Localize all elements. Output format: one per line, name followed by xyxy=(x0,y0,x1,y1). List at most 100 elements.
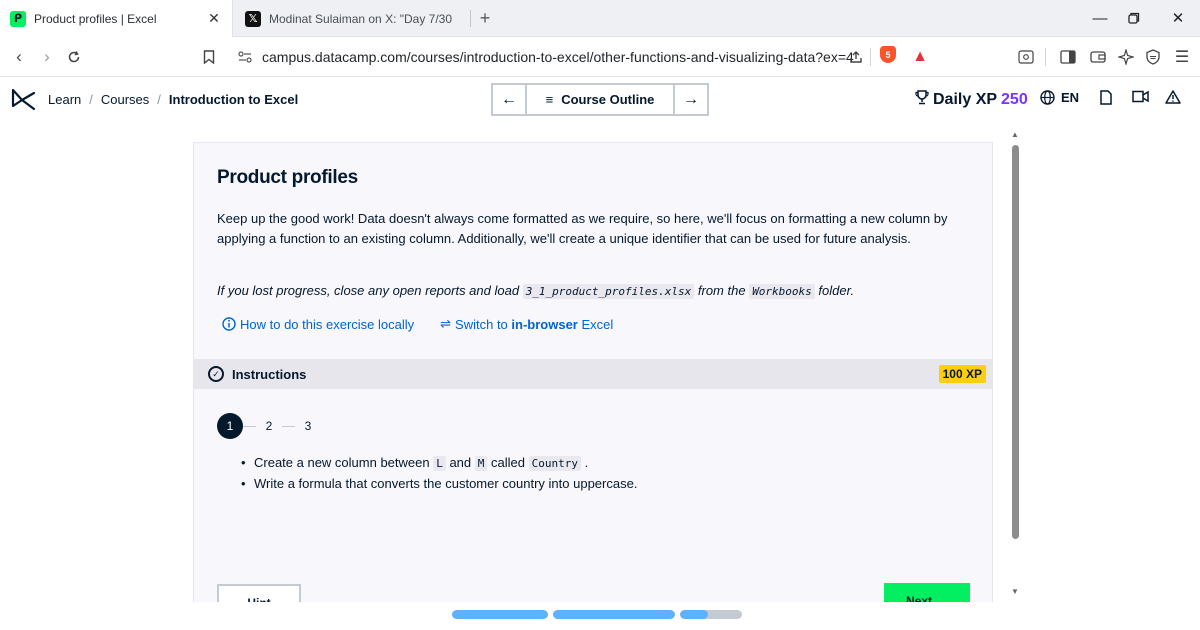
reload-icon[interactable] xyxy=(63,46,85,68)
bookmark-icon[interactable] xyxy=(198,46,220,68)
arrow-left-icon: ← xyxy=(501,90,517,108)
step-tracker: 1 2 3 xyxy=(217,413,321,439)
column-l: L xyxy=(433,456,446,471)
breadcrumb-course-title[interactable]: Introduction to Excel xyxy=(169,92,298,107)
switch-label: Excel xyxy=(577,316,614,332)
instruction-text: called xyxy=(487,455,529,470)
switch-in-browser-link[interactable]: ⇌ Switch to in-browser Excel xyxy=(440,316,613,332)
minimize-icon[interactable]: — xyxy=(1090,8,1110,28)
progress-segment xyxy=(553,610,675,619)
daily-xp-label: Daily XP xyxy=(933,91,998,108)
url-text: campus.datacamp.com/courses/introduction… xyxy=(262,49,854,65)
progress-fill xyxy=(553,610,675,619)
reader-mode-icon[interactable] xyxy=(1016,47,1036,67)
new-tab-button[interactable]: + xyxy=(474,7,496,29)
daily-xp[interactable]: Daily XP 250 xyxy=(915,90,1028,110)
exercise-xp-badge: 100 XP xyxy=(938,365,986,383)
instructions-label: Instructions xyxy=(232,366,307,382)
course-progress-bar xyxy=(452,610,742,619)
share-icon[interactable] xyxy=(846,47,866,67)
step-3[interactable]: 3 xyxy=(295,413,321,439)
trophy-icon xyxy=(915,90,929,110)
reset-instructions: If you lost progress, close any open rep… xyxy=(217,283,957,299)
leo-ai-icon[interactable] xyxy=(1116,47,1136,67)
instruction-text: . xyxy=(580,455,589,470)
vpn-shield-icon[interactable] xyxy=(1143,47,1163,67)
scrollbar-thumb[interactable] xyxy=(1012,145,1019,539)
browser-tab-strip: ᑭ Product profiles | Excel ✕ 𝕏 Modinat S… xyxy=(0,0,1200,37)
site-settings-icon[interactable] xyxy=(236,48,254,66)
globe-icon xyxy=(1040,90,1055,105)
hamburger-icon: ≡ xyxy=(545,92,554,107)
exercise-panel: Product profiles Keep up the good work! … xyxy=(193,142,993,602)
step-connector xyxy=(282,425,295,427)
tab-divider xyxy=(470,10,471,27)
datacamp-favicon-icon: ᑭ xyxy=(10,10,26,27)
menu-icon[interactable]: ☰ xyxy=(1172,47,1192,67)
restore-icon[interactable] xyxy=(1124,8,1144,28)
step-1[interactable]: 1 xyxy=(217,413,243,439)
tab-product-profiles[interactable]: ᑭ Product profiles | Excel ✕ xyxy=(0,0,233,37)
reset-text: If you lost progress, close any open rep… xyxy=(217,283,523,298)
back-icon[interactable]: ‹ xyxy=(8,46,30,68)
column-m: M xyxy=(474,456,488,471)
progress-fill xyxy=(452,610,548,619)
step-2[interactable]: 2 xyxy=(256,413,282,439)
hint-button[interactable]: Hint xyxy=(217,584,301,602)
course-navigation: ← ≡ Course Outline → xyxy=(491,83,709,116)
report-issue-icon[interactable] xyxy=(1165,90,1181,104)
workbook-filename: 3_1_product_profiles.xlsx xyxy=(522,284,695,299)
language-label: EN xyxy=(1061,90,1080,105)
forward-icon[interactable]: › xyxy=(36,46,58,68)
video-icon[interactable] xyxy=(1132,90,1149,103)
sidebar-icon[interactable] xyxy=(1058,47,1078,67)
previous-exercise-button[interactable]: ← xyxy=(491,83,527,116)
brave-rewards-icon[interactable]: ▲ xyxy=(910,47,930,67)
datacamp-header: Learn / Courses / Introduction to Excel … xyxy=(0,78,1200,122)
swap-icon: ⇌ xyxy=(440,316,452,331)
tab-modinat-x-post[interactable]: 𝕏 Modinat Sulaiman on X: "Day 7/30 O xyxy=(235,0,465,37)
tab-title: Modinat Sulaiman on X: "Day 7/30 O xyxy=(269,11,455,26)
breadcrumb-learn[interactable]: Learn xyxy=(48,92,81,107)
address-bar[interactable]: campus.datacamp.com/courses/introduction… xyxy=(232,43,942,71)
window-close-icon[interactable]: ✕ xyxy=(1168,8,1188,28)
datacamp-logo-icon[interactable] xyxy=(10,88,36,112)
course-outline-label: Course Outline xyxy=(561,92,655,107)
breadcrumb-courses[interactable]: Courses xyxy=(101,92,149,107)
tab-title: Product profiles | Excel xyxy=(34,11,157,26)
instruction-item: Write a formula that converts the custom… xyxy=(241,474,637,494)
instruction-text: and xyxy=(445,455,475,470)
local-exercise-link[interactable]: How to do this exercise locally xyxy=(222,316,414,332)
check-circle-icon: ✓ xyxy=(208,366,224,382)
toolbar-divider xyxy=(870,48,871,66)
switch-label-bold: in-browser xyxy=(511,316,578,332)
wallet-icon[interactable] xyxy=(1088,47,1108,67)
exercise-links: How to do this exercise locally ⇌ Switch… xyxy=(222,316,613,332)
exercise-description: Keep up the good work! Data doesn't alwa… xyxy=(217,211,948,246)
next-exercise-button[interactable]: → xyxy=(673,83,709,116)
close-icon[interactable]: ✕ xyxy=(206,10,222,27)
breadcrumb: Learn / Courses / Introduction to Excel xyxy=(48,92,298,107)
progress-segment xyxy=(452,610,548,619)
breadcrumb-separator: / xyxy=(157,92,161,107)
instruction-text: Create a new column between xyxy=(254,455,434,470)
workbooks-folder: Workbooks xyxy=(749,284,815,299)
arrow-right-icon: → xyxy=(936,594,948,602)
x-favicon-icon: 𝕏 xyxy=(245,10,261,27)
brave-shields-icon[interactable]: 5 xyxy=(880,46,896,63)
course-outline-button[interactable]: ≡ Course Outline xyxy=(527,83,673,116)
reset-text: folder. xyxy=(814,283,855,298)
scroll-up-icon[interactable]: ▲ xyxy=(1010,130,1020,140)
next-button[interactable]: Next → xyxy=(884,583,970,602)
instructions-header[interactable]: ✓ Instructions 100 XP xyxy=(194,359,992,389)
info-icon xyxy=(222,317,236,331)
reset-text: from the xyxy=(694,283,750,298)
step-connector xyxy=(243,425,256,427)
slides-icon[interactable] xyxy=(1100,90,1112,105)
scroll-down-icon[interactable]: ▼ xyxy=(1010,587,1020,597)
switch-label: Switch to xyxy=(455,316,512,332)
language-switcher[interactable]: EN xyxy=(1040,90,1079,105)
instruction-item: Create a new column between L and M call… xyxy=(241,453,637,474)
toolbar-divider xyxy=(1045,48,1046,66)
progress-fill xyxy=(680,610,708,619)
